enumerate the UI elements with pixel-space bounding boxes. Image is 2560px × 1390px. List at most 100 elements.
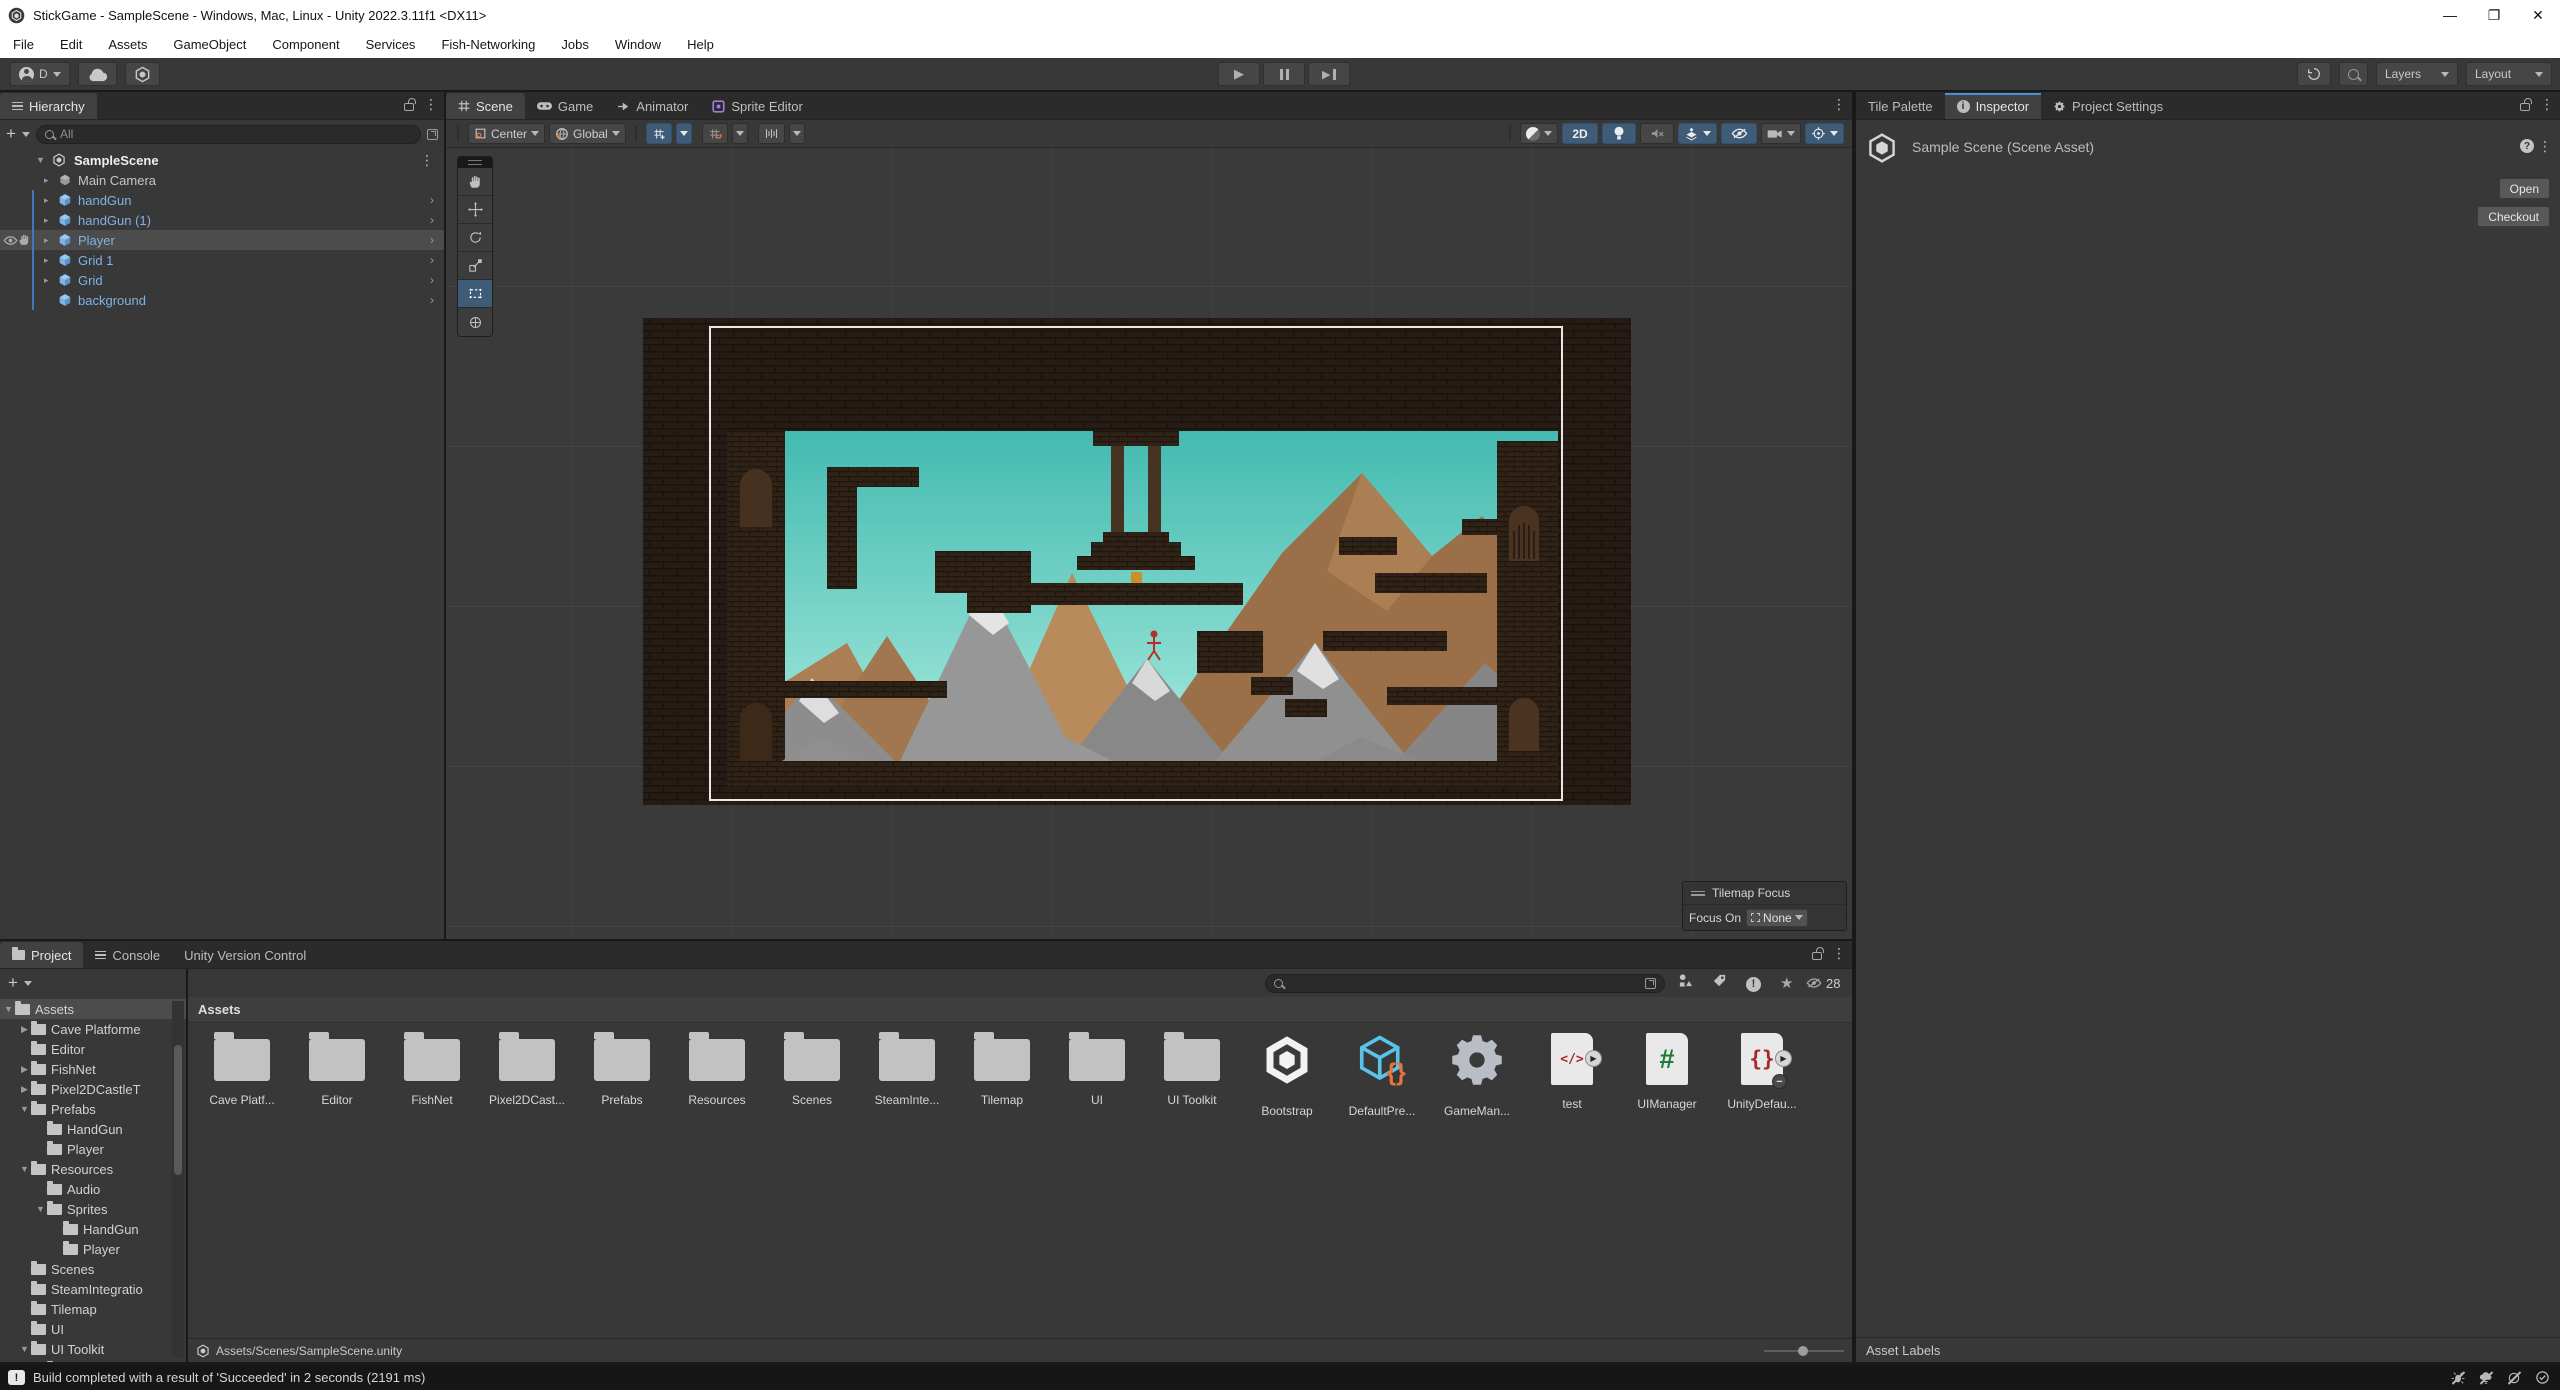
notifications-disabled-icon[interactable]: [2504, 1369, 2524, 1387]
foldout-icon[interactable]: ▸: [44, 275, 49, 286]
menu-item-file[interactable]: File: [0, 37, 47, 52]
prefab-open-chevron[interactable]: ›: [430, 253, 434, 267]
tree-item[interactable]: HandGun: [0, 1119, 186, 1139]
prefab-open-chevron[interactable]: ›: [430, 213, 434, 227]
foldout-icon[interactable]: ▸: [44, 175, 49, 186]
create-button[interactable]: +: [8, 973, 18, 993]
tree-item[interactable]: ▶Pixel2DCastleT: [0, 1079, 186, 1099]
hierarchy-row-scene[interactable]: ▼ SampleScene ⋮: [0, 150, 444, 170]
lock-icon[interactable]: [404, 103, 414, 111]
search-picker-icon[interactable]: [1645, 978, 1656, 989]
tree-item[interactable]: ▼Sprites: [0, 1199, 186, 1219]
tree-item[interactable]: Scenes: [0, 1259, 186, 1279]
lock-icon[interactable]: [1812, 952, 1822, 960]
tab-unity-version-control[interactable]: Unity Version Control: [172, 942, 318, 968]
asset-tile-scene[interactable]: Bootstrap: [1241, 1025, 1333, 1137]
menu-item-fish-networking[interactable]: Fish-Networking: [428, 37, 548, 52]
filter-by-type-button[interactable]: [1678, 973, 1693, 993]
hierarchy-row[interactable]: background ›: [0, 290, 444, 310]
tree-item[interactable]: ▼Prefabs: [0, 1099, 186, 1119]
asset-tile-gear[interactable]: GameMan...: [1431, 1025, 1523, 1137]
services-hub-button[interactable]: [125, 62, 160, 86]
restore-button[interactable]: ❐: [2472, 0, 2516, 30]
menu-item-jobs[interactable]: Jobs: [548, 37, 601, 52]
pause-button[interactable]: [1263, 62, 1305, 86]
asset-tile-preset[interactable]: {} DefaultPre...: [1336, 1025, 1428, 1137]
scene-lighting-toggle[interactable]: [1602, 123, 1636, 144]
scale-tool-button[interactable]: [458, 252, 492, 280]
rotate-tool-button[interactable]: [458, 224, 492, 252]
menu-item-edit[interactable]: Edit: [47, 37, 95, 52]
kebab-menu-icon[interactable]: ⋮: [2540, 97, 2554, 111]
grid-snap-dropdown[interactable]: [676, 123, 692, 144]
scene-kebab-icon[interactable]: ⋮: [420, 153, 434, 167]
project-search-input[interactable]: [1265, 974, 1665, 993]
tree-item[interactable]: ▼UI Toolkit: [0, 1339, 186, 1359]
asset-tile[interactable]: Cave Platf...: [196, 1025, 288, 1137]
visibility-eye-icon[interactable]: [3, 234, 18, 249]
tool-orientation-dropdown[interactable]: Global: [549, 123, 626, 144]
tree-item[interactable]: ▶FishNet: [0, 1059, 186, 1079]
asset-tile-script[interactable]: </> ▶ test: [1526, 1025, 1618, 1137]
camera-settings-dropdown[interactable]: [1761, 123, 1801, 144]
play-button[interactable]: ▶: [1218, 62, 1260, 86]
menu-item-help[interactable]: Help: [674, 37, 727, 52]
2d-mode-toggle[interactable]: 2D: [1562, 123, 1598, 144]
cloud-button[interactable]: [78, 62, 117, 86]
tree-item-assets[interactable]: ▼Assets: [0, 999, 186, 1019]
kebab-menu-icon[interactable]: ⋮: [424, 97, 438, 111]
tree-item[interactable]: ▶Cave Platforme: [0, 1019, 186, 1039]
filter-by-label-button[interactable]: [1712, 973, 1727, 993]
status-message[interactable]: Build completed with a result of 'Succee…: [33, 1370, 425, 1385]
tab-inspector[interactable]: i Inspector: [1945, 93, 2041, 119]
menu-item-window[interactable]: Window: [602, 37, 674, 52]
tree-item[interactable]: ▼Resources: [0, 1159, 186, 1179]
tab-game[interactable]: Game: [525, 93, 605, 119]
audio-toggle[interactable]: [1640, 123, 1674, 144]
hierarchy-search-input[interactable]: All: [36, 125, 421, 144]
asset-tile-csharp[interactable]: # UIManager: [1621, 1025, 1713, 1137]
tree-scrollbar[interactable]: [172, 1001, 184, 1358]
foldout-icon[interactable]: ▸: [44, 215, 49, 226]
hierarchy-row[interactable]: ▸ Grid 1 ›: [0, 250, 444, 270]
asset-tile[interactable]: Editor: [291, 1025, 383, 1137]
layers-dropdown[interactable]: Layers: [2376, 62, 2458, 86]
zoom-slider[interactable]: [1764, 1344, 1844, 1358]
tab-sprite-editor[interactable]: Sprite Editor: [700, 93, 815, 119]
expand-subassets-icon[interactable]: ▶: [1585, 1050, 1602, 1067]
tools-drag-handle[interactable]: [458, 157, 492, 168]
slider-thumb[interactable]: [1798, 1346, 1808, 1356]
overlay-drag-handle[interactable]: [1691, 891, 1705, 896]
transform-tool-button[interactable]: [458, 308, 492, 336]
tree-item[interactable]: HandGun: [0, 1219, 186, 1239]
menu-item-gameobject[interactable]: GameObject: [160, 37, 259, 52]
asset-tile[interactable]: Tilemap: [956, 1025, 1048, 1137]
minimize-button[interactable]: —: [2428, 0, 2472, 30]
recently-changed-button[interactable]: !: [1746, 974, 1761, 992]
shading-mode-dropdown[interactable]: [1520, 123, 1558, 144]
asset-tile[interactable]: Resources: [671, 1025, 763, 1137]
foldout-icon[interactable]: ▸: [44, 195, 49, 206]
kebab-menu-icon[interactable]: ⋮: [1832, 97, 1846, 111]
hierarchy-row-selected[interactable]: ▸ Player ›: [0, 230, 444, 250]
rect-tool-button[interactable]: [458, 280, 492, 308]
foldout-icon[interactable]: ▸: [44, 235, 49, 246]
undo-history-button[interactable]: [2297, 62, 2331, 86]
asset-tile[interactable]: Pixel2DCast...: [481, 1025, 573, 1137]
asset-tile[interactable]: SteamInte...: [861, 1025, 953, 1137]
panel-splitter[interactable]: [1852, 92, 1856, 1362]
tree-item[interactable]: Tilemap: [0, 1299, 186, 1319]
gizmos-dropdown[interactable]: [1805, 123, 1844, 144]
expand-subassets-icon[interactable]: ▶: [1775, 1050, 1792, 1067]
open-button[interactable]: Open: [2499, 178, 2550, 199]
asset-tile[interactable]: FishNet: [386, 1025, 478, 1137]
foldout-icon[interactable]: ▸: [44, 255, 49, 266]
tab-project-settings[interactable]: Project Settings: [2041, 93, 2175, 119]
hidden-objects-toggle[interactable]: [1721, 123, 1757, 144]
tree-item[interactable]: Player: [0, 1239, 186, 1259]
background-tasks-icon[interactable]: [2532, 1369, 2552, 1387]
help-icon[interactable]: ?: [2520, 139, 2534, 153]
layout-dropdown[interactable]: Layout: [2466, 62, 2552, 86]
checkout-button[interactable]: Checkout: [2477, 206, 2550, 227]
kebab-menu-icon[interactable]: ⋮: [2538, 139, 2552, 153]
